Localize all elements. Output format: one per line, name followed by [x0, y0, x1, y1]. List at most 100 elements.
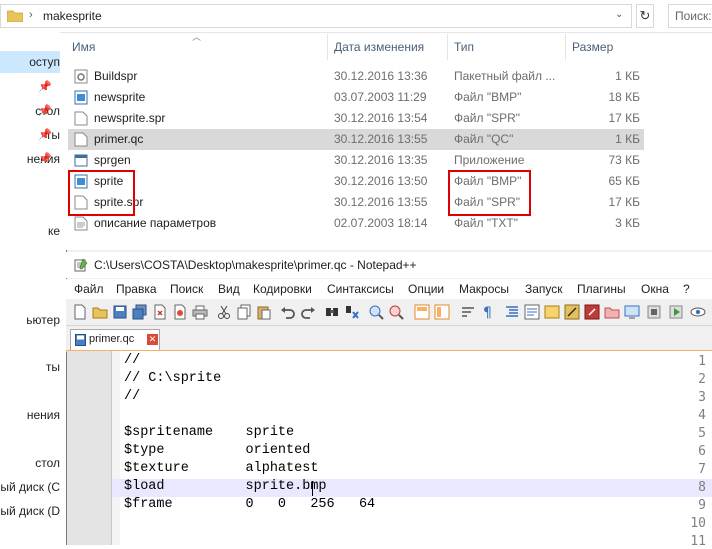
column-header-name[interactable]: Имя [66, 34, 328, 60]
zoom-out-icon[interactable] [388, 304, 404, 320]
nav-item[interactable]: ке [0, 220, 60, 242]
menu-windows[interactable]: Окна [641, 282, 669, 296]
close-tab-icon[interactable]: ✕ [147, 334, 158, 345]
code-line: // C:\sprite [124, 371, 222, 386]
menu-file[interactable]: Файл [74, 282, 104, 296]
file-type: Файл "BMP" [454, 90, 522, 104]
file-row[interactable]: newsprite 03.07.2003 11:29 Файл "BMP" 18… [68, 87, 644, 108]
search-input[interactable]: Поиск: [668, 4, 712, 28]
stop-record-icon[interactable] [646, 304, 662, 320]
redo-icon[interactable] [300, 304, 316, 320]
column-header-size[interactable]: Размер [566, 34, 646, 60]
menu-syntax[interactable]: Синтаксисы [327, 282, 394, 296]
app-icon [74, 154, 88, 167]
undo-icon[interactable] [280, 304, 296, 320]
menu-search[interactable]: Поиск [170, 282, 203, 296]
new-file-icon[interactable] [72, 304, 88, 320]
chevron-right-icon[interactable]: › [29, 9, 33, 21]
record-macro-icon[interactable] [584, 304, 600, 320]
user-defined-lang-icon[interactable] [524, 304, 540, 320]
save-all-icon[interactable] [132, 304, 148, 320]
file-row-selected[interactable]: primer.qc 30.12.2016 13:55 Файл "QC" 1 К… [68, 129, 644, 150]
cut-icon[interactable] [216, 304, 232, 320]
open-file-icon[interactable] [92, 304, 108, 320]
nav-item[interactable]: нения [0, 404, 60, 426]
find-icon[interactable] [324, 304, 340, 320]
line-number: 6 [698, 444, 706, 459]
file-row[interactable]: Buildspr 30.12.2016 13:36 Пакетный файл … [68, 66, 644, 87]
zoom-in-icon[interactable] [368, 304, 384, 320]
text-caret [312, 481, 313, 496]
file-size: 65 КБ [608, 174, 640, 188]
word-wrap-icon[interactable] [460, 304, 476, 320]
doc-map-icon[interactable] [544, 304, 560, 320]
toolbar: ¶ [66, 299, 712, 326]
code-line: $type oriented [124, 443, 311, 458]
play-macro-icon[interactable] [668, 304, 684, 320]
file-row[interactable]: sprite.spr 30.12.2016 13:55 Файл "SPR" 1… [68, 192, 644, 213]
file-date: 30.12.2016 13:55 [334, 132, 428, 146]
menu-view[interactable]: Вид [218, 282, 240, 296]
file-name: newsprite [94, 90, 146, 104]
monitor-icon[interactable] [624, 304, 640, 320]
nav-item[interactable]: ный диск (С [0, 476, 60, 498]
file-type: Пакетный файл ... [454, 69, 556, 83]
file-name: sprgen [94, 153, 131, 167]
line-number: 11 [690, 534, 706, 549]
address-path[interactable]: makesprite [43, 9, 102, 23]
nav-item[interactable]: стол [0, 452, 60, 474]
menu-run[interactable]: Запуск [525, 282, 563, 296]
indent-guide-icon[interactable] [504, 304, 520, 320]
line-number: 8 [698, 480, 706, 495]
file-name: newsprite.spr [94, 111, 166, 125]
sync-horizontal-icon[interactable] [434, 304, 450, 320]
pin-icon[interactable]: 📌 [38, 152, 52, 165]
pin-icon[interactable]: 📌 [38, 128, 52, 141]
menu-options[interactable]: Опции [408, 282, 444, 296]
code-line: $frame 0 0 256 64 [124, 497, 376, 512]
file-row[interactable]: sprite 30.12.2016 13:50 Файл "BMP" 65 КБ [68, 171, 644, 192]
file-date: 30.12.2016 13:50 [334, 174, 428, 188]
file-row[interactable]: описание параметров 02.07.2003 18:14 Фай… [68, 213, 644, 234]
nav-item[interactable]: ты [0, 356, 60, 378]
close-file-icon[interactable] [152, 304, 168, 320]
sync-vertical-icon[interactable] [414, 304, 430, 320]
fold-margin [112, 351, 120, 545]
file-row[interactable]: sprgen 30.12.2016 13:35 Приложение 73 КБ [68, 150, 644, 171]
code-line: $texture alphatest [124, 461, 319, 476]
paste-icon[interactable] [256, 304, 272, 320]
menu-help[interactable]: ? [683, 282, 690, 296]
replace-icon[interactable] [344, 304, 360, 320]
tab-primer-qc[interactable]: primer.qc ✕ [70, 329, 160, 350]
nav-item[interactable]: ьютер [0, 309, 60, 331]
column-header-type[interactable]: Тип [448, 34, 566, 60]
folder-workspace-icon[interactable] [604, 304, 620, 320]
menu-plugins[interactable]: Плагины [577, 282, 626, 296]
code-line: $spritename sprite [124, 425, 295, 440]
close-all-icon[interactable] [172, 304, 188, 320]
show-all-chars-icon[interactable]: ¶ [480, 304, 496, 320]
address-field[interactable]: › makesprite ⌄ [0, 4, 632, 28]
menu-edit[interactable]: Правка [116, 282, 157, 296]
editor-area[interactable]: 1 2 3 4 5 6 7 8 9 10 11 // // C:\sprite … [67, 351, 712, 549]
nav-item[interactable]: оступ [0, 51, 60, 73]
menu-encoding[interactable]: Кодировки [253, 282, 312, 296]
save-icon[interactable] [112, 304, 128, 320]
menu-macros[interactable]: Макросы [459, 282, 509, 296]
folder-icon [7, 10, 23, 22]
nav-item[interactable]: ный диск (D [0, 500, 60, 522]
line-number: 5 [698, 426, 706, 441]
pin-icon[interactable]: 📌 [38, 104, 52, 117]
file-size: 1 КБ [615, 69, 640, 83]
chevron-down-icon[interactable]: ⌄ [615, 9, 623, 20]
file-row[interactable]: newsprite.spr 30.12.2016 13:54 Файл "SPR… [68, 108, 644, 129]
pin-icon[interactable]: 📌 [38, 80, 52, 93]
file-type: Файл "SPR" [454, 111, 521, 125]
eye-icon[interactable] [690, 304, 706, 320]
refresh-button[interactable]: ↻ [636, 4, 654, 28]
print-icon[interactable] [192, 304, 208, 320]
notepadpp-icon [74, 258, 88, 272]
function-list-icon[interactable] [564, 304, 580, 320]
column-header-date[interactable]: Дата изменения [328, 34, 448, 60]
copy-icon[interactable] [236, 304, 252, 320]
